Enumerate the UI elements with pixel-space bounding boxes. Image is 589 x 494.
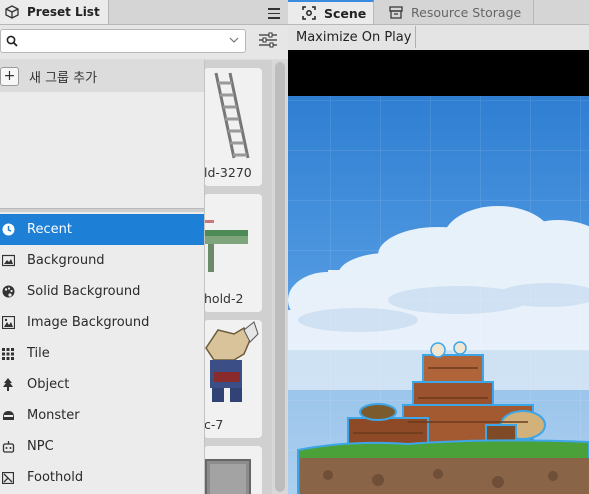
preset-caption: c-7 bbox=[204, 417, 224, 432]
scene-viewport[interactable] bbox=[288, 50, 589, 494]
category-item-background[interactable]: Background bbox=[0, 245, 204, 276]
tab-scene[interactable]: Scene bbox=[288, 0, 374, 24]
tab-preset-list-label: Preset List bbox=[27, 5, 100, 19]
scene-render bbox=[288, 96, 589, 494]
filter-settings-icon[interactable] bbox=[258, 32, 278, 48]
preset-list-tabbar: Preset List bbox=[0, 0, 288, 25]
foothold-thumbnail bbox=[204, 220, 248, 272]
picture-icon bbox=[1, 316, 15, 330]
monster-icon bbox=[1, 409, 15, 423]
category-label: Tile bbox=[27, 346, 50, 361]
storage-icon bbox=[389, 5, 403, 19]
add-group-row[interactable]: + 새 그룹 추가 bbox=[0, 60, 204, 92]
category-label: NPC bbox=[27, 439, 54, 454]
flag-icon bbox=[1, 471, 15, 485]
cube-icon bbox=[5, 5, 19, 19]
palette-icon bbox=[1, 285, 15, 299]
category-item-foothold[interactable]: Foothold bbox=[0, 462, 204, 493]
clock-icon bbox=[1, 223, 15, 237]
scene-panel: Scene Resource Storage Maximize On Play bbox=[288, 0, 589, 494]
category-item-object[interactable]: Object bbox=[0, 369, 204, 400]
preset-caption: ld-3270 bbox=[204, 165, 252, 180]
category-item-npc[interactable]: NPC bbox=[0, 431, 204, 462]
category-menu: Recent Background Solid Background Image… bbox=[0, 214, 204, 493]
category-label: Monster bbox=[27, 408, 80, 423]
category-label: Foothold bbox=[27, 470, 84, 485]
category-label: Solid Background bbox=[27, 284, 141, 299]
tab-resource-storage-label: Resource Storage bbox=[411, 4, 522, 20]
panel-menu-icon[interactable] bbox=[268, 5, 280, 19]
preset-scrollbar[interactable] bbox=[272, 60, 288, 494]
preset-card[interactable]: c-7 bbox=[204, 320, 262, 438]
tab-preset-list[interactable]: Preset List bbox=[0, 0, 109, 24]
category-item-image-background[interactable]: Image Background bbox=[0, 307, 204, 338]
scrollbar-thumb[interactable] bbox=[275, 62, 285, 492]
search-input[interactable] bbox=[23, 32, 223, 52]
category-label: Recent bbox=[27, 222, 72, 237]
category-item-recent[interactable]: Recent bbox=[0, 214, 204, 245]
search-box[interactable] bbox=[0, 29, 246, 53]
search-row bbox=[0, 25, 288, 59]
category-label: Image Background bbox=[27, 315, 150, 330]
search-icon bbox=[6, 35, 18, 47]
tree-icon bbox=[1, 378, 15, 392]
grid-icon bbox=[1, 347, 15, 361]
add-group-label: 새 그룹 추가 bbox=[29, 70, 98, 86]
maximize-on-play-button[interactable]: Maximize On Play bbox=[292, 26, 417, 48]
preset-thumbnail-grid: ld-3270 hold-2 c-7 bbox=[204, 60, 272, 494]
chevron-down-icon[interactable] bbox=[229, 37, 239, 44]
preset-card[interactable] bbox=[204, 446, 262, 494]
category-label: Background bbox=[27, 253, 105, 268]
ladder-thumbnail bbox=[214, 72, 250, 159]
scene-icon bbox=[302, 6, 316, 20]
monster-thumbnail bbox=[205, 321, 259, 402]
image-icon bbox=[1, 254, 15, 268]
preset-list-panel: Preset List ld-3270 hold-2 c-7 + 새 그룹 추가… bbox=[0, 0, 288, 494]
scene-tabbar: Scene Resource Storage bbox=[288, 0, 589, 25]
scene-toolbar: Maximize On Play bbox=[288, 25, 589, 50]
category-item-tile[interactable]: Tile bbox=[0, 338, 204, 369]
block-thumbnail bbox=[205, 459, 251, 494]
tab-resource-storage[interactable]: Resource Storage bbox=[375, 0, 534, 24]
category-item-solid-background[interactable]: Solid Background bbox=[0, 276, 204, 307]
tab-scene-label: Scene bbox=[324, 5, 367, 21]
preset-caption: hold-2 bbox=[204, 291, 244, 306]
preset-card[interactable]: hold-2 bbox=[204, 194, 262, 312]
category-overlay: + 새 그룹 추가 Recent Background Solid Backgr… bbox=[0, 60, 205, 494]
plus-icon[interactable]: + bbox=[0, 66, 19, 86]
robot-icon bbox=[1, 440, 15, 454]
category-item-monster[interactable]: Monster bbox=[0, 400, 204, 431]
category-label: Object bbox=[27, 377, 70, 392]
preset-card[interactable]: ld-3270 bbox=[204, 68, 262, 186]
overlay-divider bbox=[0, 208, 204, 212]
